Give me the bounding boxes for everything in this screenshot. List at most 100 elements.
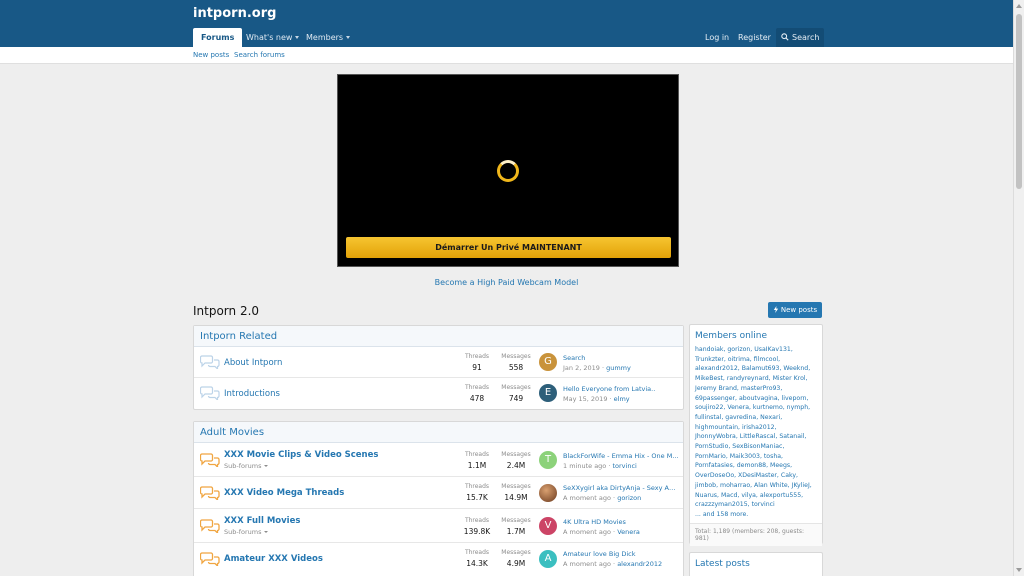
scroll-up-icon[interactable] [1016,4,1022,8]
threads-stat: Threads 139.8K [457,517,497,536]
threads-label: Threads [464,353,490,360]
threads-value: 478 [469,394,485,403]
tab-forums[interactable]: Forums [193,28,243,47]
category-title[interactable]: Adult Movies [194,422,683,443]
login-button[interactable]: Log in [700,28,734,47]
messages-stat: Messages 1.7M [496,517,536,536]
last-post-title[interactable]: Amateur love Big Dick [563,550,679,558]
members-online-title[interactable]: Members online [690,325,822,345]
latest-posts-block: Latest posts [689,552,823,576]
members-online-names[interactable]: handoiak, gorizon, UsaIKav131, Trunkzter… [695,346,812,508]
last-post-title[interactable]: BlackForWife - Emma Hix - One M... [563,452,679,460]
subforums-toggle[interactable]: Sub-forums [224,462,268,470]
threads-stat: Threads 15.7K [457,483,497,502]
last-post-title[interactable]: Hello Everyone from Latvia.. [563,385,679,393]
avatar[interactable]: T [539,451,557,469]
new-posts-button[interactable]: New posts [768,302,822,318]
last-post-date: A moment ago [563,560,611,568]
last-post-user[interactable]: Venera [617,528,640,536]
avatar[interactable]: V [539,517,557,535]
messages-label: Messages [501,549,531,556]
messages-stat: Messages 4.9M [496,549,536,568]
avatar[interactable]: E [539,384,557,402]
last-post-meta: 1 minute ago · torvinci [563,462,637,470]
messages-label: Messages [501,384,531,391]
avatar[interactable]: A [539,550,557,568]
chevron-down-icon [263,465,268,467]
threads-label: Threads [464,517,490,524]
last-post-date: Jan 2, 2019 [563,364,600,372]
messages-value: 4.9M [506,559,526,568]
last-post-user[interactable]: gummy [606,364,631,372]
forum-title[interactable]: Amateur XXX Videos [224,554,323,564]
messages-stat: Messages 2.4M [496,451,536,470]
forum-title[interactable]: Introductions [224,389,280,399]
tab-members-label: Members [306,33,344,42]
latest-posts-title[interactable]: Latest posts [690,553,822,573]
tab-members[interactable]: Members [298,28,358,47]
chevron-down-icon [346,36,351,39]
threads-value: 14.3K [466,559,488,568]
chat-bubbles-icon [200,486,220,500]
threads-stat: Threads 91 [457,353,497,372]
forum-node: Amateur XXX Videos Threads 14.3K Messages… [194,543,683,575]
messages-value: 558 [508,363,524,372]
register-button[interactable]: Register [733,28,776,47]
cta-button[interactable]: Démarrer Un Privé MAINTENANT [346,237,671,258]
members-online-list: handoiak, gorizon, UsaIKav131, Trunkzter… [690,345,822,520]
threads-label: Threads [464,384,490,391]
subforums-toggle[interactable]: Sub-forums [224,528,268,536]
threads-value: 15.7K [466,493,488,502]
search-forums-link[interactable]: Search forums [234,51,285,59]
chevron-down-icon [263,531,268,533]
category-intporn-related: Intporn Related About Intporn Threads 91 … [193,325,684,410]
webcam-model-link-text[interactable]: Become a High Paid Webcam Model [435,278,579,287]
chat-bubbles-icon [200,386,220,400]
forum-node: About Intporn Threads 91 Messages 558 G Se… [194,347,683,378]
site-logo[interactable]: intporn.org [193,6,276,21]
messages-stat: Messages 14.9M [496,483,536,502]
threads-stat: Threads 14.3K [457,549,497,568]
video-ad[interactable]: Démarrer Un Privé MAINTENANT [337,74,679,267]
forum-node: XXX Full Movies Sub-forums Threads 139.8K… [194,509,683,543]
messages-stat: Messages 558 [496,353,536,372]
category-title[interactable]: Intporn Related [194,326,683,347]
scroll-down-icon[interactable] [1016,568,1022,572]
new-posts-link[interactable]: New posts [193,51,229,59]
forum-title[interactable]: XXX Full Movies [224,516,300,526]
last-post-meta: A moment ago · Venera [563,528,640,536]
new-posts-button-label: New posts [780,306,818,314]
avatar[interactable]: G [539,353,557,371]
site-header: intporn.org Forums What's new Members Lo… [0,0,1013,47]
messages-value: 2.4M [506,461,526,470]
last-post-user[interactable]: elmy [614,395,630,403]
subforums-label: Sub-forums [224,528,262,536]
chat-bubbles-icon [200,552,220,566]
last-post-title[interactable]: SeXXygirl aka DirtyAnja - Sexy Ama... [563,484,679,492]
avatar[interactable] [539,484,557,502]
lightning-icon [773,306,779,313]
last-post-meta: Jan 2, 2019 · gummy [563,364,631,372]
last-post-meta: A moment ago · alexandr2012 [563,560,663,568]
webcam-model-link: Become a High Paid Webcam Model [0,278,1013,287]
online-total: Total: 1,189 (members: 208, guests: 981) [690,522,822,546]
last-post-user[interactable]: gorizon [617,494,641,502]
last-post-user[interactable]: alexandr2012 [617,560,662,568]
category-adult-movies: Adult Movies XXX Movie Clips & Video Sce… [193,421,684,576]
messages-label: Messages [501,517,531,524]
members-more-link[interactable]: ... and 158 more. [695,511,748,518]
last-post-title[interactable]: Search [563,354,679,362]
forum-title[interactable]: About Intporn [224,358,282,368]
forum-title[interactable]: XXX Movie Clips & Video Scenes [224,450,378,460]
search-button[interactable]: Search [776,28,825,47]
sub-navigation: New posts Search forums [0,47,1013,64]
last-post-title[interactable]: 4K Ultra HD Movies [563,518,679,526]
last-post-date: A moment ago [563,528,611,536]
forum-title[interactable]: XXX Video Mega Threads [224,488,344,498]
threads-stat: Threads 1.1M [457,451,497,470]
last-post-meta: May 15, 2019 · elmy [563,395,630,403]
scrollbar-thumb[interactable] [1016,14,1022,189]
last-post-user[interactable]: torvinci [612,462,636,470]
scrollbar[interactable] [1013,0,1024,576]
chat-bubbles-icon [200,519,220,533]
